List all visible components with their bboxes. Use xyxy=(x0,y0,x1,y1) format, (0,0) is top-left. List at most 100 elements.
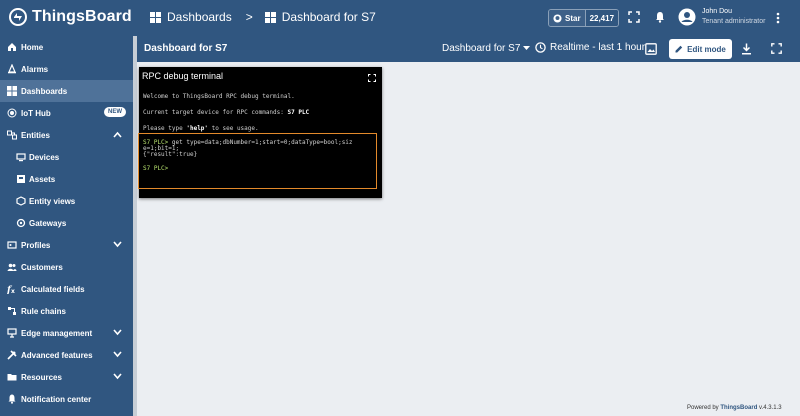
edit-mode-button[interactable]: Edit mode xyxy=(669,39,732,59)
sidebar-item-assets[interactable]: Assets xyxy=(0,168,133,190)
notification-bell-icon xyxy=(8,394,16,404)
timewindow-button[interactable]: Realtime - last 1 hour xyxy=(535,42,645,53)
github-star-label: Star xyxy=(565,13,581,23)
sidebar-item-entities[interactable]: Entities xyxy=(0,124,133,146)
widget-title: RPC debug terminal xyxy=(142,71,224,81)
sidebar-item-notification-center[interactable]: Notification center xyxy=(0,388,133,410)
user-name: John Dou xyxy=(702,8,732,15)
chevron-down-icon xyxy=(113,241,122,248)
sidebar-item-advanced-features[interactable]: Advanced features xyxy=(0,344,133,366)
chevron-up-icon xyxy=(113,131,122,138)
terminal-target-device: S7 PLC xyxy=(287,109,310,116)
sidebar-item-alarms[interactable]: Alarms xyxy=(0,58,133,80)
sidebar-scrollbar[interactable] xyxy=(133,36,137,416)
chevron-down-icon xyxy=(113,373,122,380)
folder-icon xyxy=(7,374,17,381)
sidebar-item-label: IoT Hub xyxy=(21,108,51,118)
sidebar-item-dashboards[interactable]: Dashboards xyxy=(0,80,133,102)
dashboard-grid-icon xyxy=(150,11,161,23)
home-icon xyxy=(8,43,16,51)
sidebar-item-label: Assets xyxy=(29,174,56,184)
sidebar-item-resources[interactable]: Resources xyxy=(0,366,133,388)
sidebar-item-label: Profiles xyxy=(21,240,51,250)
terminal-help-word: 'help' xyxy=(186,125,209,132)
chevron-down-icon xyxy=(113,329,122,336)
notifications-bell-icon[interactable] xyxy=(654,11,666,23)
edit-mode-label: Edit mode xyxy=(687,44,726,54)
dashboard-state-label: Dashboard for S7 xyxy=(442,43,521,54)
github-star-button[interactable]: Star 22,417 xyxy=(548,9,620,27)
breadcrumb: Dashboards > Dashboard for S7 xyxy=(150,10,376,24)
sidebar-item-label: Edge management xyxy=(21,328,93,338)
sidebar-item-label: Entities xyxy=(21,130,50,140)
github-icon xyxy=(553,13,562,23)
customers-icon xyxy=(7,263,17,271)
pencil-icon xyxy=(675,45,683,53)
sidebar-item-profiles[interactable]: Profiles xyxy=(0,234,133,256)
github-star-count: 22,417 xyxy=(584,10,619,26)
user-role: Tenant administrator xyxy=(702,18,766,25)
edge-icon xyxy=(7,328,17,338)
clock-icon xyxy=(535,42,546,53)
more-vert-icon[interactable] xyxy=(776,12,780,24)
terminal-help-suffix: to see usage. xyxy=(208,125,259,132)
powered-by-footer: Powered by ThingsBoard v.4.3.1.3 xyxy=(687,405,782,411)
sidebar-item-entity-views[interactable]: Entity views xyxy=(0,190,133,212)
sidebar-item-label: Notification center xyxy=(21,394,92,404)
breadcrumb-dashboards-label: Dashboards xyxy=(167,10,232,24)
github-star: Star xyxy=(549,10,585,26)
terminal-help-prefix: Please type xyxy=(143,125,187,132)
function-icon: fx xyxy=(7,286,15,295)
terminal-target-line: Current target device for RPC commands: … xyxy=(143,109,379,116)
terminal-output: Welcome to ThingsBoard RPC debug termina… xyxy=(143,93,379,132)
sidebar-item-label: Gateways xyxy=(29,218,67,228)
fullscreen-icon[interactable] xyxy=(771,43,782,54)
sidebar-item-label: Devices xyxy=(29,152,60,162)
sidebar-item-home[interactable]: Home xyxy=(0,36,133,58)
account-circle-icon xyxy=(678,8,696,26)
breadcrumb-separator: > xyxy=(245,10,253,24)
dashboards-icon xyxy=(7,86,17,96)
terminal-active-prompt-line[interactable]: S7 PLC> xyxy=(143,166,375,172)
sidebar-item-label: Calculated fields xyxy=(21,284,85,294)
sidebar-item-devices[interactable]: Devices xyxy=(0,146,133,168)
sidebar-item-label: Resources xyxy=(21,372,62,382)
user-menu[interactable]: John Dou Tenant administrator xyxy=(678,7,765,27)
rule-chains-icon xyxy=(8,307,16,315)
sidebar-item-label: Dashboards xyxy=(21,86,68,96)
sidebar-item-label: Entity views xyxy=(29,196,76,206)
terminal-command: get type=data;dbNumber=1;start=0;dataTyp… xyxy=(168,139,353,146)
sidebar: Home Alarms Dashboards IoT Hub NEW Entit… xyxy=(0,36,133,416)
widget-fullscreen-icon[interactable] xyxy=(368,74,376,82)
dropdown-arrow-icon xyxy=(523,46,531,50)
powered-brand-link[interactable]: ThingsBoard xyxy=(720,405,757,411)
alarm-icon xyxy=(8,64,16,74)
terminal-session: S7 PLC> get type=data;dbNumber=1;start=0… xyxy=(143,140,375,172)
fullscreen-icon[interactable] xyxy=(628,11,640,23)
chevron-down-icon xyxy=(113,351,122,358)
image-export-icon[interactable] xyxy=(645,43,657,55)
sidebar-item-rule-chains[interactable]: Rule chains xyxy=(0,300,133,322)
sidebar-item-label: Rule chains xyxy=(21,306,66,316)
entity-views-icon xyxy=(16,196,26,206)
sidebar-item-edge-management[interactable]: Edge management xyxy=(0,322,133,344)
dashboard-toolbar: Dashboard for S7 Dashboard for S7 Realti… xyxy=(137,36,800,62)
devices-icon xyxy=(16,153,26,162)
sidebar-item-calculated-fields[interactable]: fx Calculated fields xyxy=(0,278,133,300)
dashboard-state-select[interactable]: Dashboard for S7 xyxy=(442,43,531,54)
sidebar-item-iot-hub[interactable]: IoT Hub NEW xyxy=(0,102,133,124)
logo[interactable]: ThingsBoard xyxy=(8,7,132,27)
download-icon[interactable] xyxy=(741,43,752,55)
terminal-help-line: Please type 'help' to see usage. xyxy=(143,125,379,132)
powered-prefix: Powered by xyxy=(687,405,721,411)
timewindow-label: Realtime - last 1 hour xyxy=(550,42,646,53)
breadcrumb-dashboards[interactable]: Dashboards xyxy=(150,10,232,24)
sidebar-item-label: Customers xyxy=(21,262,63,272)
new-badge: NEW xyxy=(104,107,126,117)
breadcrumb-current: Dashboard for S7 xyxy=(264,10,376,24)
breadcrumb-current-label: Dashboard for S7 xyxy=(281,10,376,24)
terminal-target-prefix: Current target device for RPC commands: xyxy=(143,109,288,116)
sidebar-item-label: Advanced features xyxy=(21,350,93,360)
sidebar-item-gateways[interactable]: Gateways xyxy=(0,212,133,234)
sidebar-item-customers[interactable]: Customers xyxy=(0,256,133,278)
